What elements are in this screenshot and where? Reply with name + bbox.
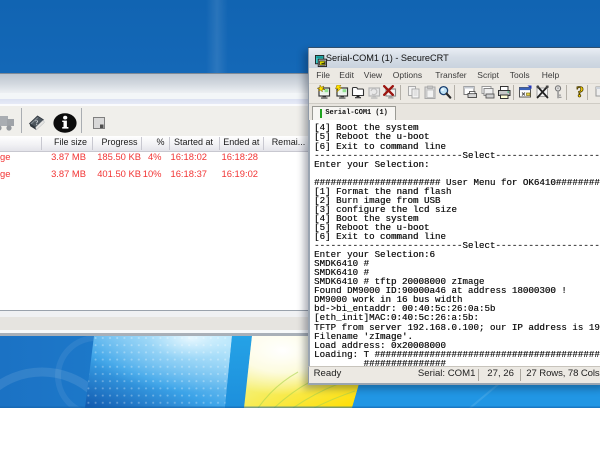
svg-text:?: ?: [576, 84, 584, 100]
